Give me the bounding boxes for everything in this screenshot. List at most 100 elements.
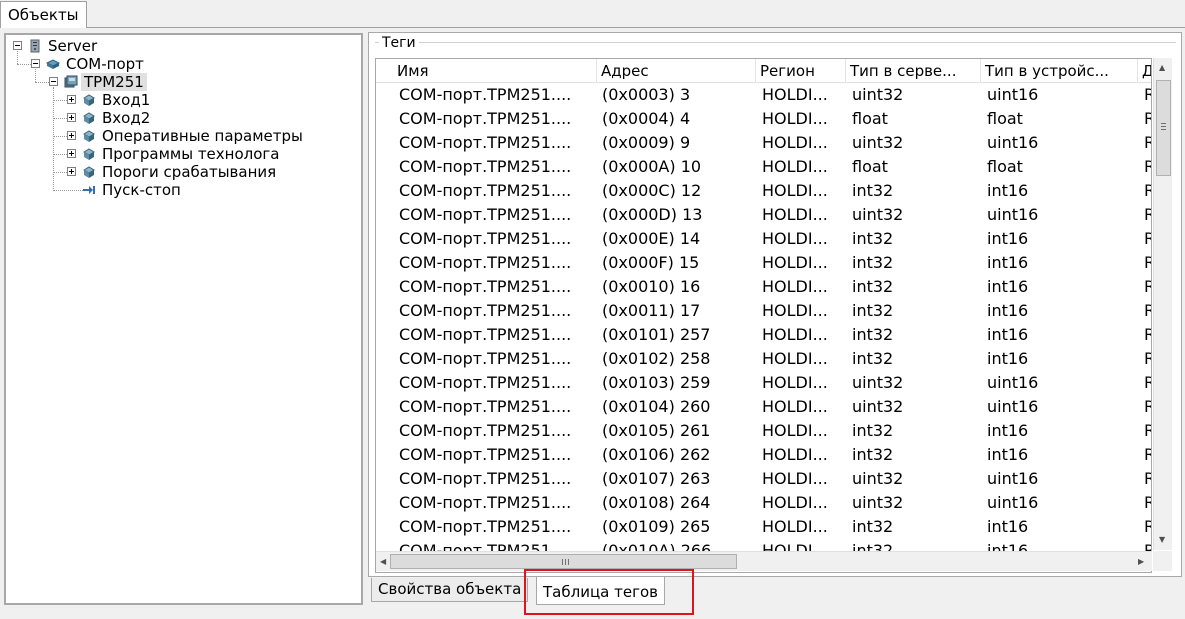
table-cell: (0x000D) 13 [602, 205, 703, 224]
table-row[interactable]: COM-порт.ТРМ251.... (0x0103) 259 HOLDI... u… [376, 371, 1151, 395]
table-cell: R [1144, 251, 1151, 275]
table-cell: int16 [987, 229, 1029, 248]
table-cell: (0x0105) 261 [602, 421, 711, 440]
table-cell: int32 [852, 301, 894, 320]
table-row[interactable]: COM-порт.ТРМ251.... (0x0106) 262 HOLDI... i… [376, 443, 1151, 467]
table-cell: COM-порт.ТРМ251.... [399, 325, 572, 344]
table-row[interactable]: COM-порт.ТРМ251.... (0x0010) 16 HOLDI... in… [376, 275, 1151, 299]
table-cell: R [1144, 155, 1151, 179]
device-icon [64, 75, 78, 89]
scroll-up-arrow-icon[interactable]: ▲ [1159, 63, 1165, 73]
expand-icon[interactable] [67, 167, 76, 176]
column-header[interactable]: Адрес [597, 59, 756, 83]
table-cell: uint16 [987, 397, 1039, 416]
table-row[interactable]: COM-порт.ТРМ251.... (0x000D) 13 HOLDI... ui… [376, 203, 1151, 227]
scroll-right-arrow-icon[interactable]: ▶ [1138, 557, 1144, 567]
table-cell: uint32 [852, 133, 904, 152]
table-cell: COM-порт.ТРМ251.... [399, 157, 572, 176]
table-body[interactable]: COM-порт.ТРМ251.... (0x0003) 3 HOLDI... uin… [376, 83, 1151, 555]
table-cell: COM-порт.ТРМ251.... [399, 229, 572, 248]
table-cell: float [987, 109, 1023, 128]
expand-icon[interactable] [67, 149, 76, 158]
table-cell: int32 [852, 181, 894, 200]
collapse-icon[interactable] [31, 59, 40, 68]
column-header[interactable]: Регион [756, 59, 846, 83]
collapse-icon[interactable] [49, 77, 58, 86]
table-cell: int32 [852, 421, 894, 440]
table-cell: R [1144, 203, 1151, 227]
tree-item-label: Вход1 [102, 91, 151, 109]
tree-item[interactable]: Вход1 [6, 91, 361, 109]
tab-objects[interactable]: Объекты [0, 1, 87, 29]
object-tree[interactable]: Server COM-порт ТРМ251 Вход1 Вход2 Оперативны… [4, 33, 363, 605]
table-row[interactable]: COM-порт.ТРМ251.... (0x0003) 3 HOLDI... uin… [376, 83, 1151, 107]
table-cell: HOLDI... [762, 157, 828, 176]
tree-item[interactable]: ТРМ251 [6, 73, 361, 91]
table-cell: uint16 [987, 373, 1039, 392]
table-row[interactable]: COM-порт.ТРМ251.... (0x0104) 260 HOLDI... u… [376, 395, 1151, 419]
expand-icon[interactable] [67, 113, 76, 122]
table-row[interactable]: COM-порт.ТРМ251.... (0x0108) 264 HOLDI... u… [376, 491, 1151, 515]
table-cell: R [1144, 419, 1151, 443]
table-cell: HOLDI... [762, 325, 828, 344]
tree-item-label: Server [48, 37, 98, 55]
table-cell: COM-порт.ТРМ251.... [399, 181, 572, 200]
table-cell: int32 [852, 445, 894, 464]
column-header[interactable]: Имя [376, 59, 597, 83]
tags-table[interactable]: Имя Адрес Регион Тип в серве... Тип в устрой… [375, 58, 1152, 573]
table-row[interactable]: COM-порт.ТРМ251.... (0x0102) 258 HOLDI... i… [376, 347, 1151, 371]
table-cell: COM-порт.ТРМ251.... [399, 205, 572, 224]
port-icon [45, 57, 61, 71]
table-row[interactable]: COM-порт.ТРМ251.... (0x000F) 15 HOLDI... in… [376, 251, 1151, 275]
table-cell: COM-порт.ТРМ251.... [399, 517, 572, 536]
tree-item[interactable]: Server [6, 37, 361, 55]
table-cell: COM-порт.ТРМ251.... [399, 469, 572, 488]
table-cell: uint32 [852, 493, 904, 512]
expand-icon[interactable] [67, 95, 76, 104]
table-row[interactable]: COM-порт.ТРМ251.... (0x0109) 265 HOLDI... i… [376, 515, 1151, 539]
grip-icon [568, 559, 569, 565]
scroll-left-arrow-icon[interactable]: ◀ [380, 557, 386, 567]
tab-object-properties[interactable]: Свойства объекта [371, 578, 529, 602]
horizontal-scrollbar[interactable]: ◀ ▶ [376, 551, 1152, 571]
table-row[interactable]: COM-порт.ТРМ251.... (0x0107) 263 HOLDI... u… [376, 467, 1151, 491]
table-row[interactable]: COM-порт.ТРМ251.... (0x0105) 261 HOLDI... i… [376, 419, 1151, 443]
table-row[interactable]: COM-порт.ТРМ251.... (0x000A) 10 HOLDI... fl… [376, 155, 1151, 179]
table-row[interactable]: COM-порт.ТРМ251.... (0x000E) 14 HOLDI... in… [376, 227, 1151, 251]
grip-icon [1161, 123, 1166, 124]
table-row[interactable]: COM-порт.ТРМ251.... (0x0009) 9 HOLDI... uin… [376, 131, 1151, 155]
table-row[interactable]: COM-порт.ТРМ251.... (0x000C) 12 HOLDI... in… [376, 179, 1151, 203]
scrollbar-corner [1153, 551, 1172, 571]
collapse-icon[interactable] [13, 41, 22, 50]
tree-item[interactable]: Программы технолога [6, 145, 361, 163]
table-cell: HOLDI... [762, 253, 828, 272]
tags-group-title: Теги [379, 35, 419, 51]
column-header[interactable]: Д [1138, 59, 1151, 83]
table-cell: int16 [987, 301, 1029, 320]
table-row[interactable]: COM-порт.ТРМ251.... (0x0011) 17 HOLDI... in… [376, 299, 1151, 323]
table-cell: HOLDI... [762, 85, 828, 104]
tree-item[interactable]: Оперативные параметры [6, 127, 361, 145]
table-row[interactable]: COM-порт.ТРМ251.... (0x0101) 257 HOLDI... i… [376, 323, 1151, 347]
table-cell: int16 [987, 181, 1029, 200]
tree-item[interactable]: COM-порт [6, 55, 361, 73]
tree-item-label: Программы технолога [102, 145, 280, 163]
vertical-scroll-thumb[interactable] [1156, 80, 1171, 176]
table-cell: HOLDI... [762, 277, 828, 296]
table-row[interactable]: COM-порт.ТРМ251.... (0x0004) 4 HOLDI... flo… [376, 107, 1151, 131]
column-header[interactable]: Тип в устройс... [981, 59, 1138, 83]
table-cell: R [1144, 323, 1151, 347]
group-icon [82, 111, 96, 125]
scroll-down-arrow-icon[interactable]: ▼ [1159, 535, 1165, 545]
tree-item[interactable]: Пуск-стоп [6, 181, 361, 199]
table-cell: float [987, 157, 1023, 176]
tree-item[interactable]: Пороги срабатывания [6, 163, 361, 181]
tree-item[interactable]: Вход2 [6, 109, 361, 127]
horizontal-scroll-thumb[interactable] [390, 554, 737, 569]
expand-icon[interactable] [67, 131, 76, 140]
table-cell: R [1144, 515, 1151, 539]
vertical-scrollbar[interactable]: ▲ ▼ [1153, 58, 1172, 550]
column-header[interactable]: Тип в серве... [846, 59, 981, 83]
server-icon [28, 39, 42, 53]
table-cell: int16 [987, 421, 1029, 440]
